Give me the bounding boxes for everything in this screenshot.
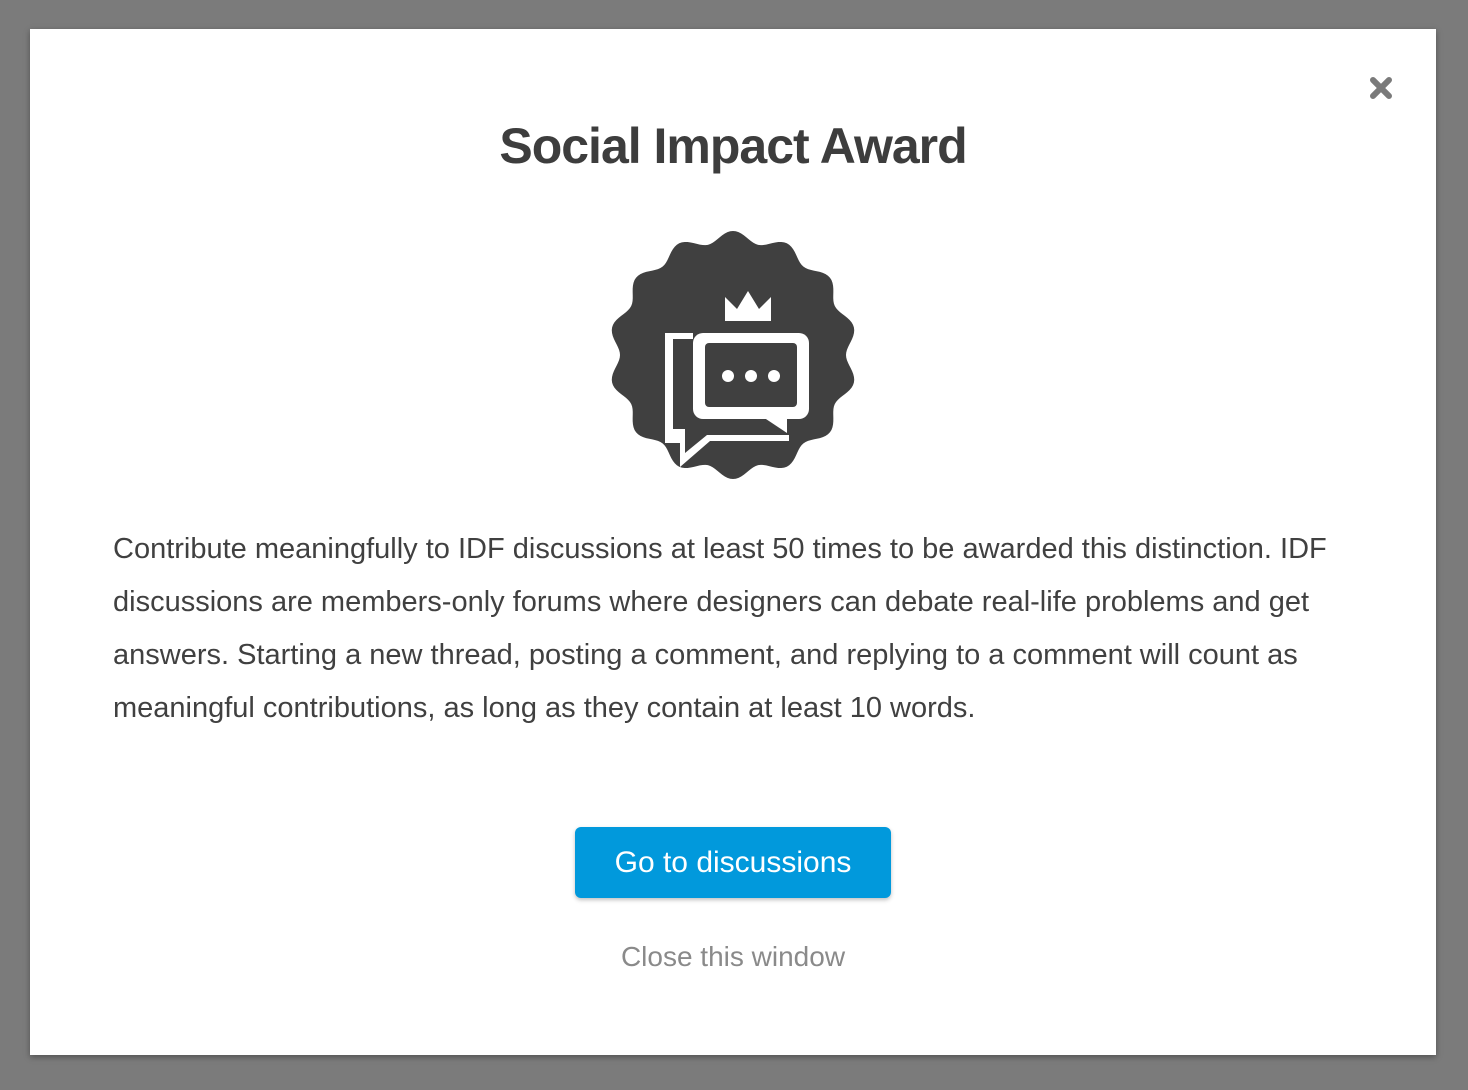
close-window-link[interactable]: Close this window — [30, 937, 1436, 977]
close-icon[interactable] — [1368, 75, 1394, 101]
award-modal: Social Impact Award Contribute meaningfu… — [30, 29, 1436, 1055]
go-to-discussions-button[interactable]: Go to discussions — [575, 827, 891, 898]
chat-bubbles-crown-badge-icon — [607, 229, 859, 481]
award-description: Contribute meaningfully to IDF discussio… — [113, 533, 1327, 724]
modal-title: Social Impact Award — [499, 118, 967, 174]
